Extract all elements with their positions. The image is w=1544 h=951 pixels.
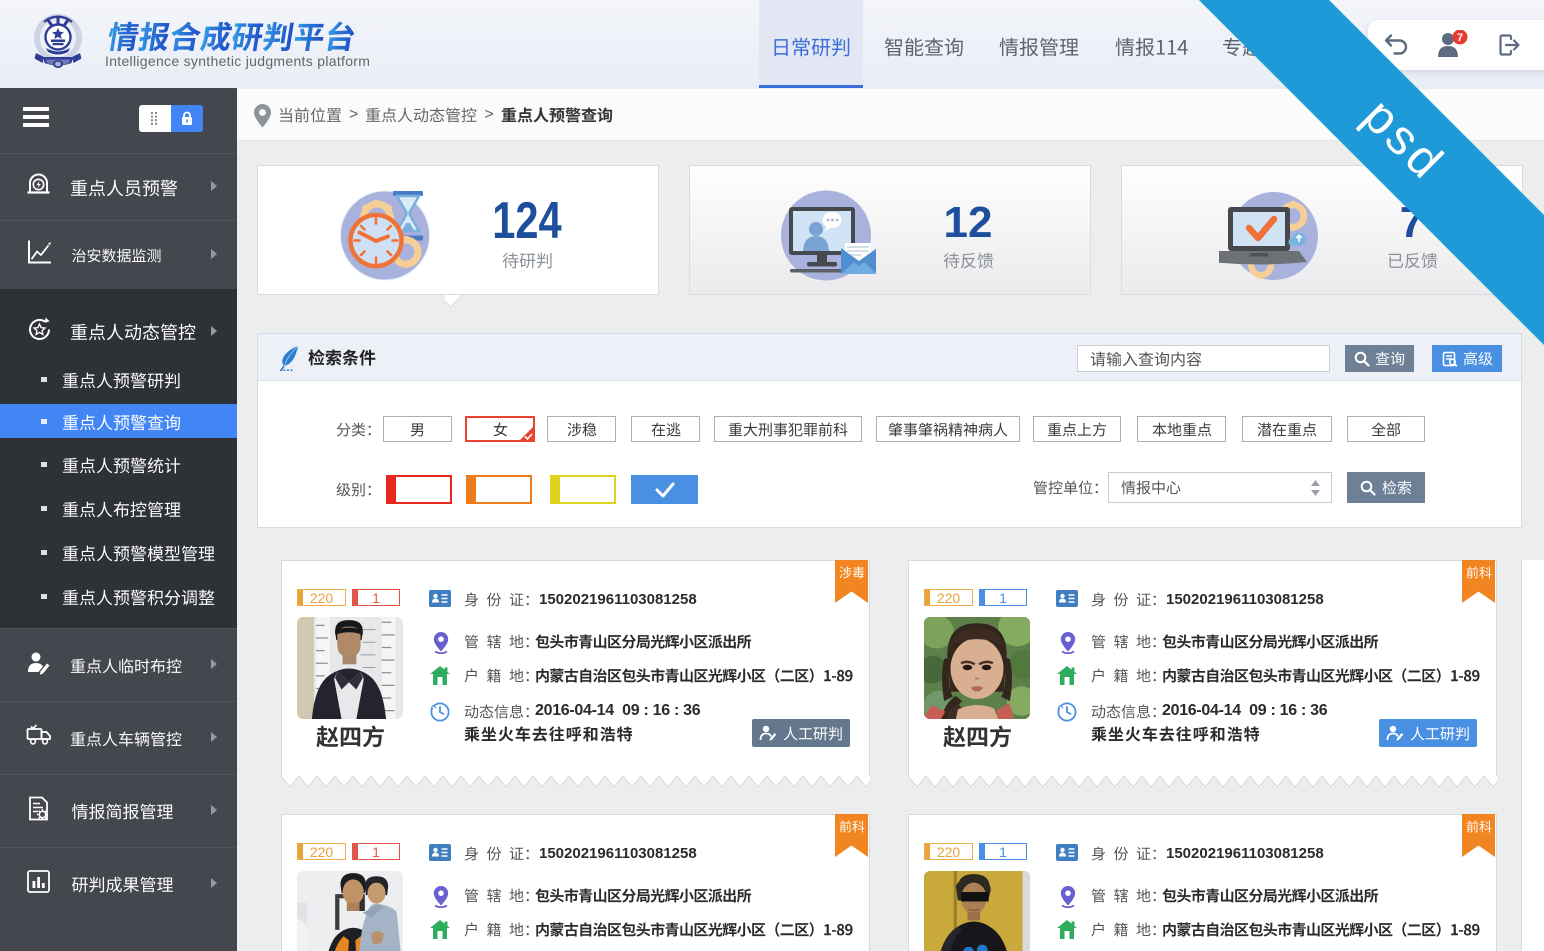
svg-text:7: 7 (1457, 32, 1463, 44)
